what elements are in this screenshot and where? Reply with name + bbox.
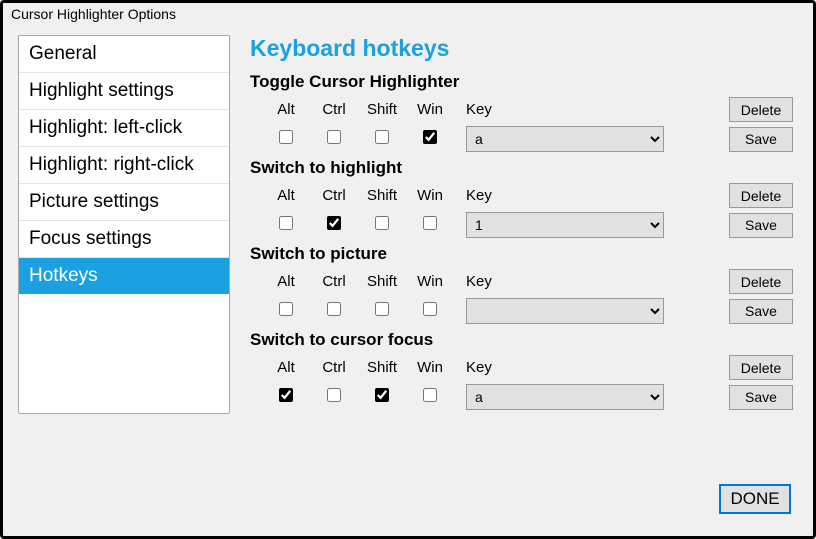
- sidebar-item-highlight-left-click[interactable]: Highlight: left-click: [19, 110, 229, 147]
- done-button[interactable]: DONE: [719, 484, 791, 514]
- header-key: Key: [466, 187, 666, 204]
- win-checkbox-0[interactable]: [423, 130, 437, 144]
- header-win: Win: [406, 273, 454, 290]
- win-checkbox-1[interactable]: [423, 216, 437, 230]
- page-title: Keyboard hotkeys: [250, 35, 793, 62]
- key-select-0[interactable]: a: [466, 126, 664, 152]
- shift-checkbox-0[interactable]: [375, 130, 389, 144]
- header-row-1: Alt Ctrl Shift Win Key Delete: [250, 183, 793, 208]
- input-row-0: a Save: [250, 126, 793, 152]
- content-area: General Highlight settings Highlight: le…: [3, 25, 813, 424]
- section-title-highlight: Switch to highlight: [250, 158, 793, 178]
- header-alt: Alt: [262, 359, 310, 376]
- header-ctrl: Ctrl: [310, 359, 358, 376]
- input-row-3: a Save: [250, 384, 793, 410]
- header-shift: Shift: [358, 359, 406, 376]
- alt-checkbox-2[interactable]: [279, 302, 293, 316]
- ctrl-checkbox-0[interactable]: [327, 130, 341, 144]
- sidebar-item-highlight-settings[interactable]: Highlight settings: [19, 73, 229, 110]
- input-row-1: 1 Save: [250, 212, 793, 238]
- header-ctrl: Ctrl: [310, 273, 358, 290]
- sidebar-item-highlight-right-click[interactable]: Highlight: right-click: [19, 147, 229, 184]
- delete-button-3[interactable]: Delete: [729, 355, 793, 380]
- header-alt: Alt: [262, 187, 310, 204]
- sidebar-item-general[interactable]: General: [19, 36, 229, 73]
- ctrl-checkbox-1[interactable]: [327, 216, 341, 230]
- main-panel: Keyboard hotkeys Toggle Cursor Highlight…: [250, 35, 798, 414]
- header-win: Win: [406, 187, 454, 204]
- section-title-picture: Switch to picture: [250, 244, 793, 264]
- win-checkbox-2[interactable]: [423, 302, 437, 316]
- key-select-3[interactable]: a: [466, 384, 664, 410]
- header-row-0: Alt Ctrl Shift Win Key Delete: [250, 97, 793, 122]
- header-ctrl: Ctrl: [310, 187, 358, 204]
- header-key: Key: [466, 359, 666, 376]
- alt-checkbox-3[interactable]: [279, 388, 293, 402]
- save-button-2[interactable]: Save: [729, 299, 793, 324]
- header-win: Win: [406, 101, 454, 118]
- delete-button-1[interactable]: Delete: [729, 183, 793, 208]
- save-button-1[interactable]: Save: [729, 213, 793, 238]
- key-select-2[interactable]: [466, 298, 664, 324]
- header-alt: Alt: [262, 101, 310, 118]
- sidebar-item-picture-settings[interactable]: Picture settings: [19, 184, 229, 221]
- header-key: Key: [466, 273, 666, 290]
- win-checkbox-3[interactable]: [423, 388, 437, 402]
- alt-checkbox-0[interactable]: [279, 130, 293, 144]
- input-row-2: Save: [250, 298, 793, 324]
- delete-button-2[interactable]: Delete: [729, 269, 793, 294]
- shift-checkbox-2[interactable]: [375, 302, 389, 316]
- sidebar: General Highlight settings Highlight: le…: [18, 35, 230, 414]
- save-button-0[interactable]: Save: [729, 127, 793, 152]
- delete-button-0[interactable]: Delete: [729, 97, 793, 122]
- header-alt: Alt: [262, 273, 310, 290]
- sidebar-item-hotkeys[interactable]: Hotkeys: [19, 258, 229, 294]
- alt-checkbox-1[interactable]: [279, 216, 293, 230]
- header-shift: Shift: [358, 273, 406, 290]
- window-title: Cursor Highlighter Options: [3, 3, 813, 25]
- header-row-3: Alt Ctrl Shift Win Key Delete: [250, 355, 793, 380]
- header-win: Win: [406, 359, 454, 376]
- header-ctrl: Ctrl: [310, 101, 358, 118]
- header-row-2: Alt Ctrl Shift Win Key Delete: [250, 269, 793, 294]
- options-window: Cursor Highlighter Options General Highl…: [0, 0, 816, 539]
- shift-checkbox-1[interactable]: [375, 216, 389, 230]
- section-title-cursor-focus: Switch to cursor focus: [250, 330, 793, 350]
- ctrl-checkbox-3[interactable]: [327, 388, 341, 402]
- header-shift: Shift: [358, 187, 406, 204]
- header-key: Key: [466, 101, 666, 118]
- key-select-1[interactable]: 1: [466, 212, 664, 238]
- save-button-3[interactable]: Save: [729, 385, 793, 410]
- ctrl-checkbox-2[interactable]: [327, 302, 341, 316]
- header-shift: Shift: [358, 101, 406, 118]
- section-title-toggle: Toggle Cursor Highlighter: [250, 72, 793, 92]
- sidebar-item-focus-settings[interactable]: Focus settings: [19, 221, 229, 258]
- shift-checkbox-3[interactable]: [375, 388, 389, 402]
